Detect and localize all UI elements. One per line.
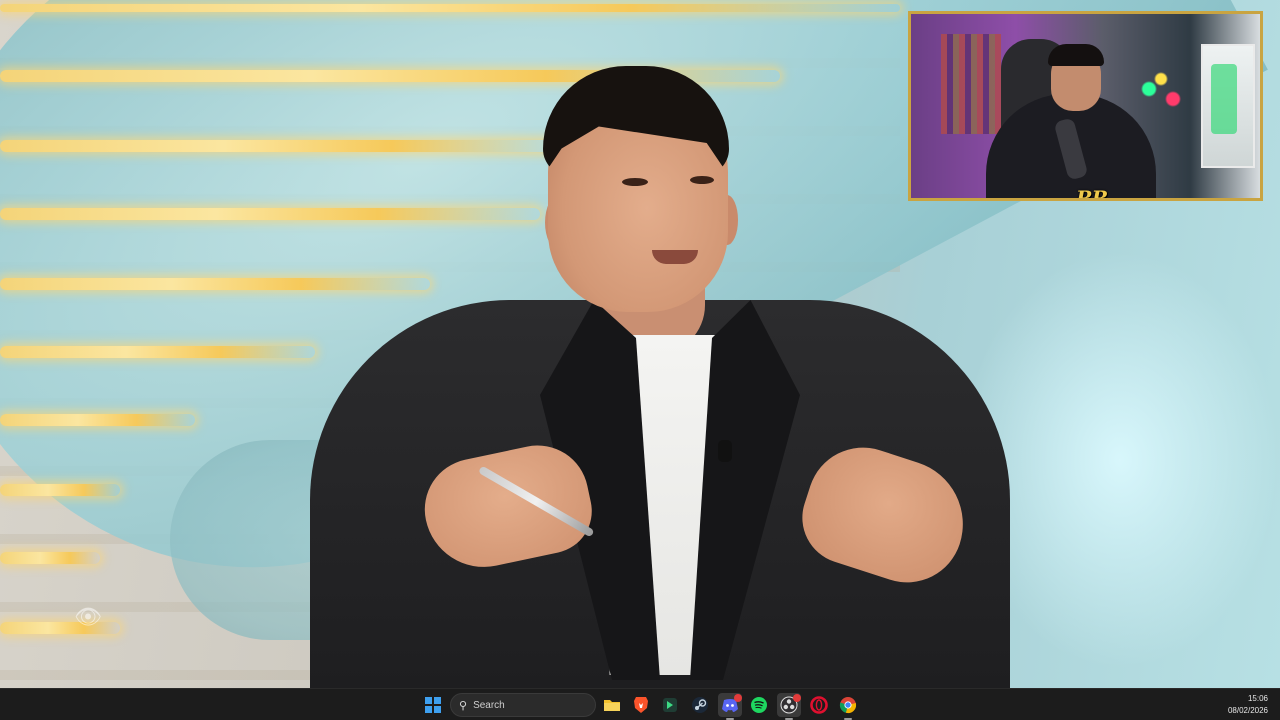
presenter-mouth: [652, 250, 698, 264]
channel-logo: RR: [1076, 186, 1108, 201]
webcam-pc-glow: [1211, 64, 1237, 134]
opera-icon[interactable]: [807, 693, 831, 717]
presenter-eye-right: [690, 176, 714, 184]
folder-icon[interactable]: [600, 693, 624, 717]
windows-start-icon[interactable]: [421, 693, 445, 717]
desktop-screen: 👁 RR ⚲ Search 15:06 08/02/2026: [0, 0, 1280, 720]
brave-lion-icon[interactable]: [629, 693, 653, 717]
green-arrow-icon[interactable]: [658, 693, 682, 717]
clock-date: 08/02/2026: [1227, 706, 1268, 715]
eye-icon: 👁: [74, 604, 102, 629]
windows-taskbar: ⚲ Search 15:06 08/02/2026: [0, 688, 1280, 720]
notification-badge: [734, 694, 742, 702]
search-placeholder: Search: [473, 699, 505, 711]
search-icon: ⚲: [459, 699, 468, 712]
taskbar-search-box[interactable]: ⚲ Search: [450, 693, 596, 717]
obs-icon[interactable]: [777, 693, 801, 720]
webcam-streamer-hair: [1048, 44, 1104, 66]
webcam-clothes-rack: [941, 34, 1001, 134]
steam-icon[interactable]: [688, 693, 712, 717]
chrome-icon[interactable]: [836, 693, 860, 720]
streamer-webcam-overlay: RR: [908, 11, 1263, 201]
webcam-rgb-lights: [1131, 69, 1191, 119]
spotify-icon[interactable]: [747, 693, 771, 717]
discord-icon[interactable]: [718, 693, 742, 720]
recording-badge: [793, 694, 801, 702]
presenter-eye-left: [622, 178, 648, 186]
clock-time: 15:06: [1247, 694, 1268, 703]
system-clock[interactable]: 15:06 08/02/2026: [1228, 693, 1268, 717]
lapel-mic: [718, 440, 732, 462]
